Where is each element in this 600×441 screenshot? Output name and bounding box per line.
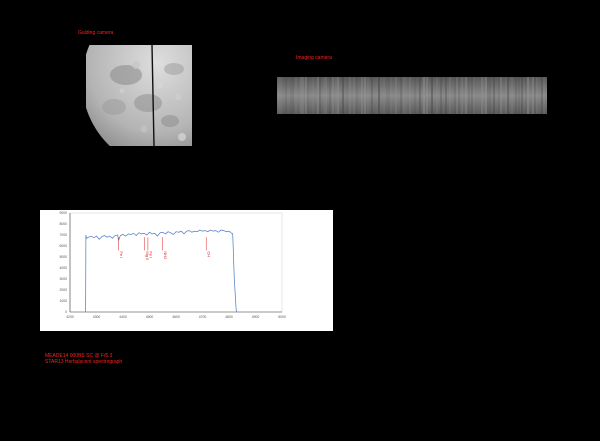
caption-line-spectrograph: STAR13 Herbalscent spectrograph (45, 359, 123, 366)
spectrum-chart: 0 1000 2000 3000 4000 5000 6000 7000 8000 9000 42… (40, 210, 333, 331)
x-tick-label: 4900 (252, 315, 260, 319)
y-tick-label: 1000 (59, 299, 67, 303)
annotation-label: CH (207, 251, 212, 257)
y-tick-label: 2000 (59, 288, 67, 292)
x-tick-label: 5000 (278, 315, 286, 319)
y-tick-label: 0 (65, 310, 67, 314)
y-tick-label: 3000 (59, 277, 67, 281)
y-tick-label: 7000 (59, 233, 67, 237)
y-tick-label: 6000 (59, 244, 67, 248)
guiding-camera-moon-image (86, 45, 192, 146)
series-layer (85, 229, 238, 313)
annotation-label: Fe I (148, 251, 153, 258)
y-tick-label: 8000 (59, 222, 67, 226)
spectrum-chart-svg: 0 1000 2000 3000 4000 5000 6000 7000 8000 9000 42… (59, 211, 286, 319)
x-tick-label: 4800 (225, 315, 233, 319)
annotation-label: Fe I (119, 251, 124, 258)
x-tick-label: 4500 (146, 315, 154, 319)
annotation-label: NH2 (163, 251, 168, 260)
x-tick-label: 4300 (93, 315, 101, 319)
y-tick-label: 9000 (59, 211, 67, 215)
spectrum-series-line (85, 229, 238, 313)
y-tick-label: 5000 (59, 255, 67, 259)
y-tick-label: 4000 (59, 266, 67, 270)
guiding-camera-label: Guiding camera (78, 30, 114, 36)
x-axis: 4200 4300 4400 4500 4600 4700 4800 4900 5000 (66, 311, 286, 319)
instrument-caption: MEADE14 000BS SC @ F/6.3 STAR13 Herbalsc… (45, 353, 122, 366)
imaging-camera-spectrum-strip (277, 77, 547, 114)
x-tick-label: 4400 (119, 315, 127, 319)
x-tick-label: 4600 (172, 315, 180, 319)
x-tick-label: 4700 (199, 315, 207, 319)
plot-area-frame (69, 212, 283, 313)
annotation-layer: Fe I Mg IIFe I NH2 CH (118, 237, 212, 260)
x-tick-label: 4200 (66, 315, 74, 319)
imaging-camera-label: Imaging camera (296, 55, 332, 61)
y-axis: 0 1000 2000 3000 4000 5000 6000 7000 8000 9000 (59, 211, 71, 314)
